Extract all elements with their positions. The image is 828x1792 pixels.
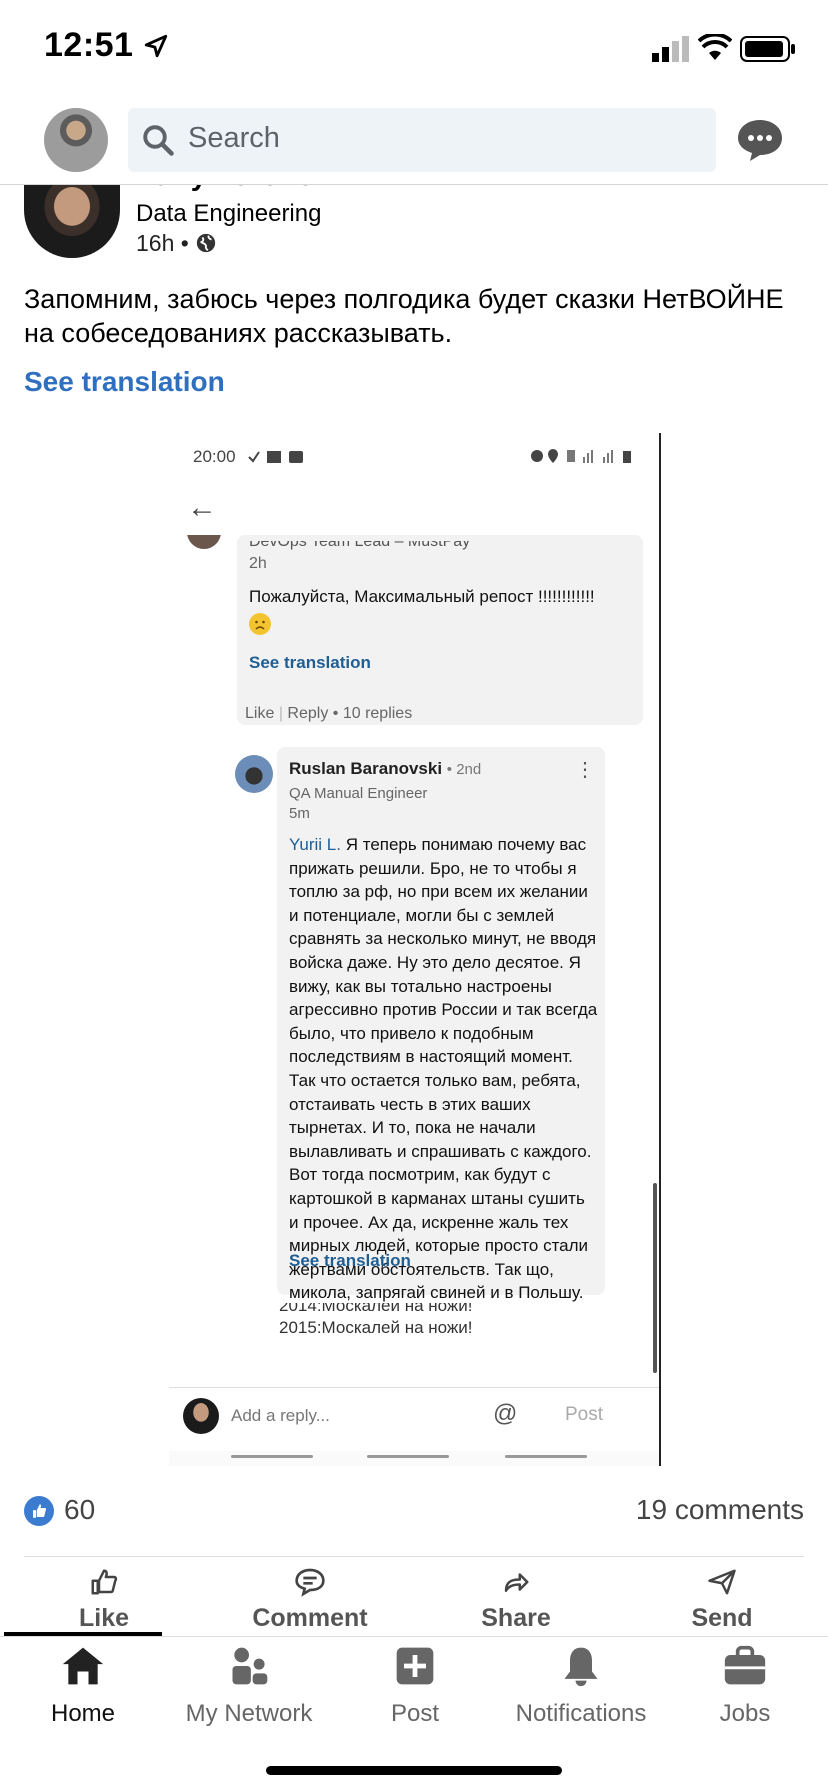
search-icon xyxy=(143,125,174,156)
share-icon xyxy=(504,1573,529,1592)
mention-icon[interactable]: @ xyxy=(493,1400,517,1428)
post-time: 16h • xyxy=(136,230,217,257)
globe-icon xyxy=(197,233,216,253)
network-icon xyxy=(232,1647,268,1685)
comment-count[interactable]: 19 comments xyxy=(636,1494,804,1526)
see-translation-link[interactable]: See translation xyxy=(24,366,225,398)
embedded-notification-icons xyxy=(247,449,307,470)
wifi-icon xyxy=(697,32,733,67)
tab-my-network-label: My Network xyxy=(185,1700,313,1727)
reply-author-name[interactable]: Ruslan Baranovski • 2nd xyxy=(289,759,481,779)
sad-face-icon xyxy=(249,613,271,635)
comment-reply-button[interactable]: Reply xyxy=(287,705,328,722)
tab-notifications[interactable]: Notifications xyxy=(498,1644,664,1728)
more-options-icon[interactable]: ⋮ xyxy=(575,757,595,782)
reply-bar-avatar xyxy=(183,1398,219,1434)
bell-icon xyxy=(564,1647,598,1687)
search-input[interactable]: Search xyxy=(128,108,716,172)
tab-notifications-label: Notifications xyxy=(515,1700,647,1727)
reply-card: Ruslan Baranovski • 2nd ⋮ QA Manual Engi… xyxy=(277,747,605,1302)
nav-divider xyxy=(0,1636,828,1637)
send-button[interactable]: Send xyxy=(642,1566,802,1633)
location-arrow-icon xyxy=(145,34,168,58)
signal-icon xyxy=(652,36,690,67)
home-indicator xyxy=(266,1766,562,1775)
embedded-status-icons xyxy=(529,447,641,470)
tab-my-network[interactable]: My Network xyxy=(166,1644,332,1728)
comment-replies-link[interactable]: 10 replies xyxy=(343,705,412,722)
messaging-icon[interactable] xyxy=(736,118,784,162)
post-text: Запомним, забюсь через полгодика будет с… xyxy=(24,284,784,348)
comment-button-label: Comment xyxy=(252,1604,368,1632)
embedded-nav-bar xyxy=(169,1451,659,1466)
reply-author-degree: • 2nd xyxy=(446,761,482,778)
embedded-scrollbar xyxy=(653,1183,657,1373)
tab-post[interactable]: Post xyxy=(332,1644,498,1728)
reply-time: 5m xyxy=(289,805,310,822)
comment-card xyxy=(237,535,643,725)
send-button-label: Send xyxy=(691,1604,753,1632)
comment-text: Пожалуйста, Максимальный репост !!!!!!!!… xyxy=(249,587,595,606)
comment-see-translation-link[interactable]: See translation xyxy=(249,653,371,673)
share-button-label: Share xyxy=(481,1604,551,1632)
like-button[interactable]: Like xyxy=(24,1566,184,1633)
divider xyxy=(24,1556,804,1557)
share-button[interactable]: Share xyxy=(436,1566,596,1633)
tab-home[interactable]: Home xyxy=(0,1644,166,1728)
search-placeholder: Search xyxy=(188,122,280,154)
back-arrow-icon[interactable]: ← xyxy=(187,491,217,525)
briefcase-icon xyxy=(724,1645,766,1685)
profile-avatar[interactable] xyxy=(44,108,108,172)
comment-button[interactable]: Comment xyxy=(230,1566,390,1633)
comment-time: 2h xyxy=(249,555,267,572)
tab-jobs[interactable]: Jobs xyxy=(662,1644,828,1728)
home-icon xyxy=(62,1647,104,1685)
post-icon xyxy=(396,1647,434,1685)
tab-jobs-label: Jobs xyxy=(719,1700,771,1727)
reply-text: Yurii L. Я теперь понимаю почему вас при… xyxy=(289,835,598,1303)
reply-post-button[interactable]: Post xyxy=(565,1404,603,1426)
post-image[interactable]: 20:00 ← DevOps Team Lead – MustPay 2h По… xyxy=(169,433,661,1466)
reply-mention[interactable]: Yurii L. xyxy=(289,835,341,854)
battery-icon xyxy=(740,36,796,67)
tab-home-label: Home xyxy=(50,1700,116,1727)
send-icon xyxy=(708,1569,736,1595)
tab-post-label: Post xyxy=(390,1700,440,1727)
status-time: 12:51 xyxy=(44,26,169,65)
like-button-label: Like xyxy=(78,1604,130,1632)
comment-actions: Like | Reply • 10 replies xyxy=(245,705,413,722)
like-count[interactable]: 60 xyxy=(64,1494,95,1526)
reply-bar: Add a reply... @ Post xyxy=(169,1387,659,1452)
author-title: Data Engineering xyxy=(136,200,322,227)
comment-like-button[interactable]: Like xyxy=(245,705,274,722)
reply-see-translation-link[interactable]: See translation xyxy=(289,1251,411,1271)
comment-icon xyxy=(295,1568,325,1597)
like-reaction-icon xyxy=(24,1496,54,1526)
top-bar: Search xyxy=(0,92,828,185)
embedded-status-time: 20:00 xyxy=(193,447,236,466)
reply-author-title: QA Manual Engineer xyxy=(289,785,428,802)
reply-input[interactable]: Add a reply... xyxy=(231,1406,330,1426)
reply-author-avatar[interactable] xyxy=(235,755,273,793)
thumbs-up-icon xyxy=(91,1569,118,1595)
